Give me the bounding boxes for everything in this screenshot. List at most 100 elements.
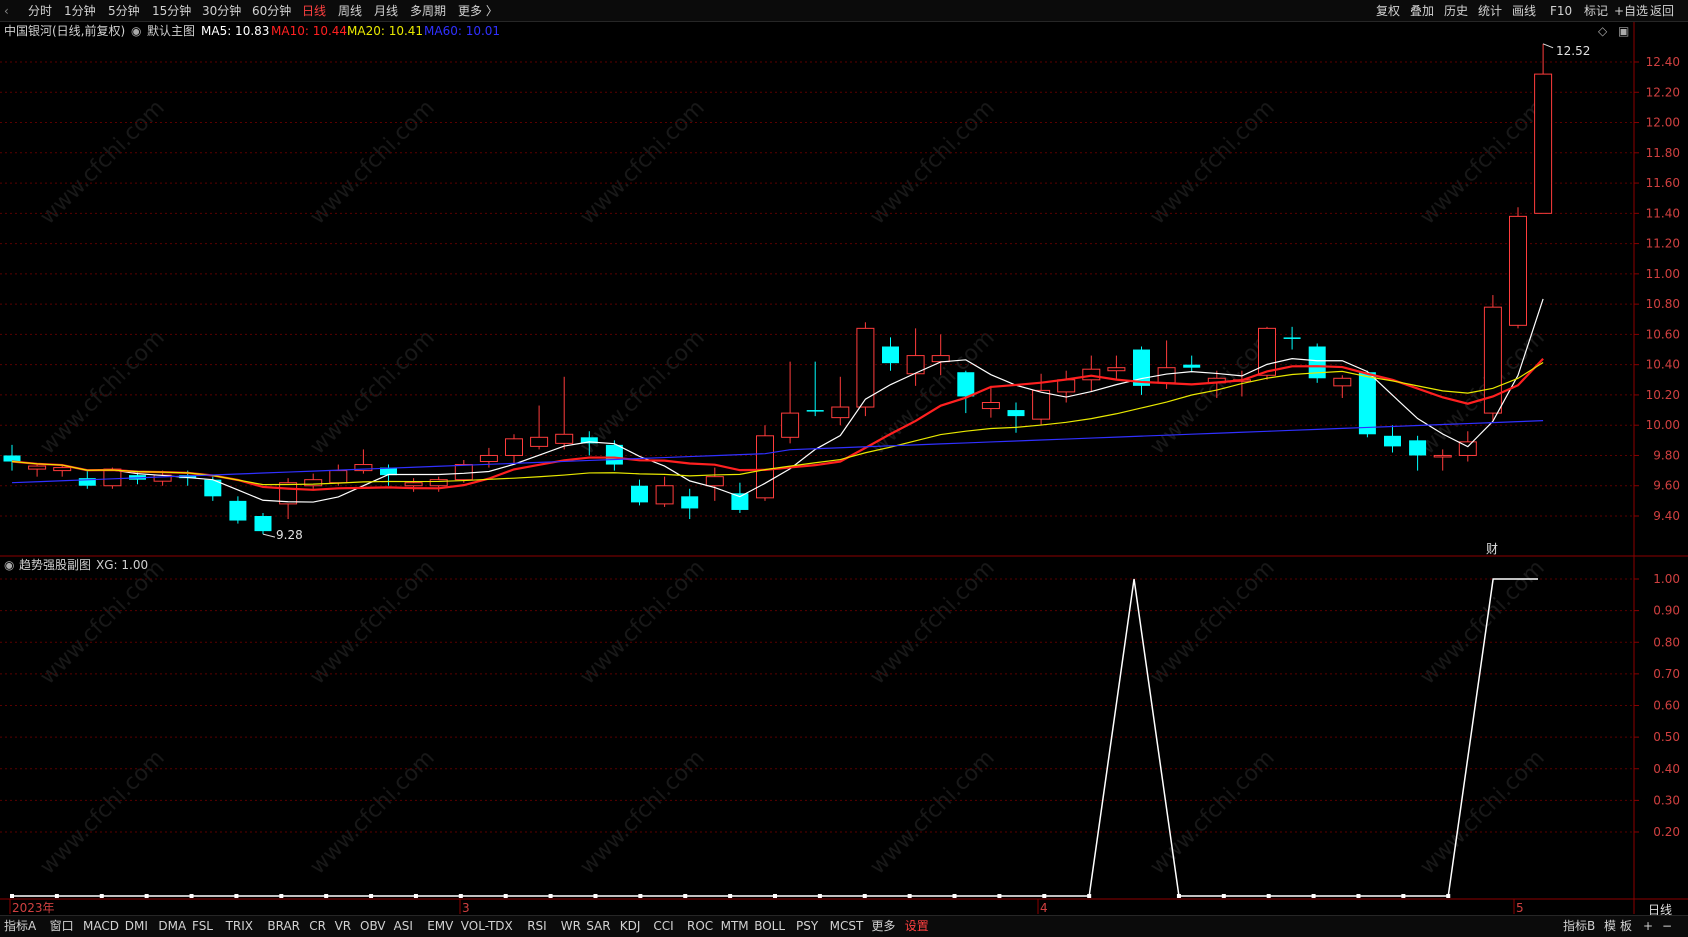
ma5-line: [11, 298, 1544, 503]
candle-body: [53, 467, 72, 472]
candle-body: [1409, 440, 1427, 456]
indicator-tab-21[interactable]: BOLL: [754, 918, 785, 935]
indicator-tab-20[interactable]: MTM: [721, 918, 749, 935]
sub-tick-label: 0.20: [1653, 825, 1680, 839]
xg-point: [683, 894, 688, 898]
price-tick-label: 11.00: [1646, 267, 1680, 281]
indicator-tab-4[interactable]: DMA: [158, 918, 186, 935]
indicator-tab-13[interactable]: VOL-TDX: [461, 918, 513, 935]
price-tick-label: 10.00: [1646, 418, 1680, 432]
bottom-control-4[interactable]: −: [1662, 918, 1672, 935]
price-tick-label: 10.60: [1646, 327, 1680, 341]
price-tick-label: 12.20: [1646, 85, 1680, 99]
price-tick-label: 11.40: [1646, 206, 1680, 220]
chart-axes: [0, 22, 1688, 914]
xg-point: [1176, 894, 1181, 898]
candle-body: [404, 482, 423, 487]
xg-point: [144, 894, 149, 898]
candle-body: [731, 493, 749, 510]
xg-point: [503, 894, 508, 898]
sub-tick-label: 0.70: [1653, 667, 1680, 681]
indicator-tab-24[interactable]: 更多: [871, 918, 895, 935]
indicator-tab-15[interactable]: WR: [561, 918, 581, 935]
indicator-tab-18[interactable]: CCI: [653, 918, 673, 935]
bottom-control-3[interactable]: +: [1643, 918, 1653, 935]
candle-body: [1032, 389, 1051, 420]
xg-point: [279, 894, 284, 898]
xg-point: [1356, 894, 1361, 898]
indicator-tab-3[interactable]: DMI: [125, 918, 148, 935]
xg-point: [99, 894, 104, 898]
sub-tick-label: 0.60: [1653, 699, 1680, 713]
candle-body: [329, 470, 348, 484]
indicator-tab-2[interactable]: MACD: [83, 918, 119, 935]
financial-marker[interactable]: 财: [1486, 541, 1498, 557]
bottom-control-0[interactable]: 指标B: [1563, 918, 1595, 935]
indicator-tab-10[interactable]: OBV: [360, 918, 386, 935]
candle-body: [254, 516, 272, 532]
indicator-tab-0[interactable]: 指标A: [4, 918, 36, 935]
candle-body: [1183, 364, 1201, 368]
indicator-tab-11[interactable]: ASI: [394, 918, 413, 935]
xg-point: [234, 894, 239, 898]
xg-point: [952, 894, 957, 898]
indicator-tab-16[interactable]: SAR: [586, 918, 610, 935]
bottom-control-2[interactable]: 板: [1620, 918, 1632, 935]
xg-point: [10, 894, 14, 898]
indicator-tab-6[interactable]: TRIX: [226, 918, 253, 935]
moving-average-lines: [11, 298, 1544, 503]
xg-point: [369, 894, 374, 898]
sub-tick-label: 0.30: [1653, 793, 1680, 807]
sub-tick-label: 0.90: [1653, 604, 1680, 618]
xg-point: [1042, 894, 1047, 898]
indicator-tab-9[interactable]: VR: [335, 918, 352, 935]
candle-body: [1283, 337, 1301, 339]
xg-point: [1266, 894, 1271, 898]
candle-body: [1384, 435, 1401, 447]
ma10-line: [11, 358, 1544, 491]
candle-body: [304, 479, 323, 487]
candle-body: [981, 402, 1000, 410]
candle-body: [756, 435, 774, 499]
indicator-tab-22[interactable]: PSY: [796, 918, 818, 935]
candle-body: [1107, 367, 1126, 372]
xg-point: [1446, 894, 1451, 898]
indicator-tab-8[interactable]: CR: [309, 918, 326, 935]
price-tick-label: 9.40: [1653, 509, 1680, 523]
bottom-control-1[interactable]: 模: [1604, 918, 1616, 935]
candle-body: [103, 468, 122, 487]
xg-point: [1221, 894, 1226, 898]
price-tick-label: 9.60: [1653, 479, 1680, 493]
indicator-tab-1[interactable]: 窗口: [50, 918, 74, 935]
xg-point: [907, 894, 912, 898]
xg-point: [54, 894, 59, 898]
price-tick-label: 11.60: [1646, 176, 1680, 190]
candle-body: [631, 485, 648, 503]
date-label: 5: [1516, 901, 1524, 915]
xg-point: [189, 894, 194, 898]
xg-point: [638, 894, 643, 898]
candle-body: [1509, 215, 1527, 326]
indicator-tab-19[interactable]: ROC: [687, 918, 713, 935]
indicator-tab-23[interactable]: MCST: [830, 918, 864, 935]
indicator-tab-17[interactable]: KDJ: [620, 918, 641, 935]
indicator-tab-7[interactable]: BRAR: [267, 918, 300, 935]
price-tick-label: 11.80: [1646, 146, 1680, 160]
candle-body: [705, 476, 724, 487]
indicator-tab-14[interactable]: RSI: [527, 918, 547, 935]
xg-point: [862, 894, 867, 898]
sub-tick-label: 0.40: [1653, 762, 1680, 776]
xg-point: [1401, 894, 1406, 898]
candle-body: [454, 464, 473, 481]
date-label: 4: [1040, 901, 1048, 915]
candle-body: [605, 444, 623, 465]
indicator-tab-12[interactable]: EMV: [427, 918, 453, 935]
indicator-tab-5[interactable]: FSL: [192, 918, 213, 935]
xg-point: [997, 894, 1002, 898]
candle-body: [1057, 379, 1076, 393]
price-tick-label: 10.20: [1646, 388, 1680, 402]
xg-point: [817, 894, 822, 898]
indicator-tab-25[interactable]: 设置: [905, 918, 929, 935]
xg-point: [1087, 894, 1092, 898]
kline-chart[interactable]: 12.40 12.20 12.00 11.80 11.60 11.40 11.20 11.00…: [0, 0, 1688, 937]
